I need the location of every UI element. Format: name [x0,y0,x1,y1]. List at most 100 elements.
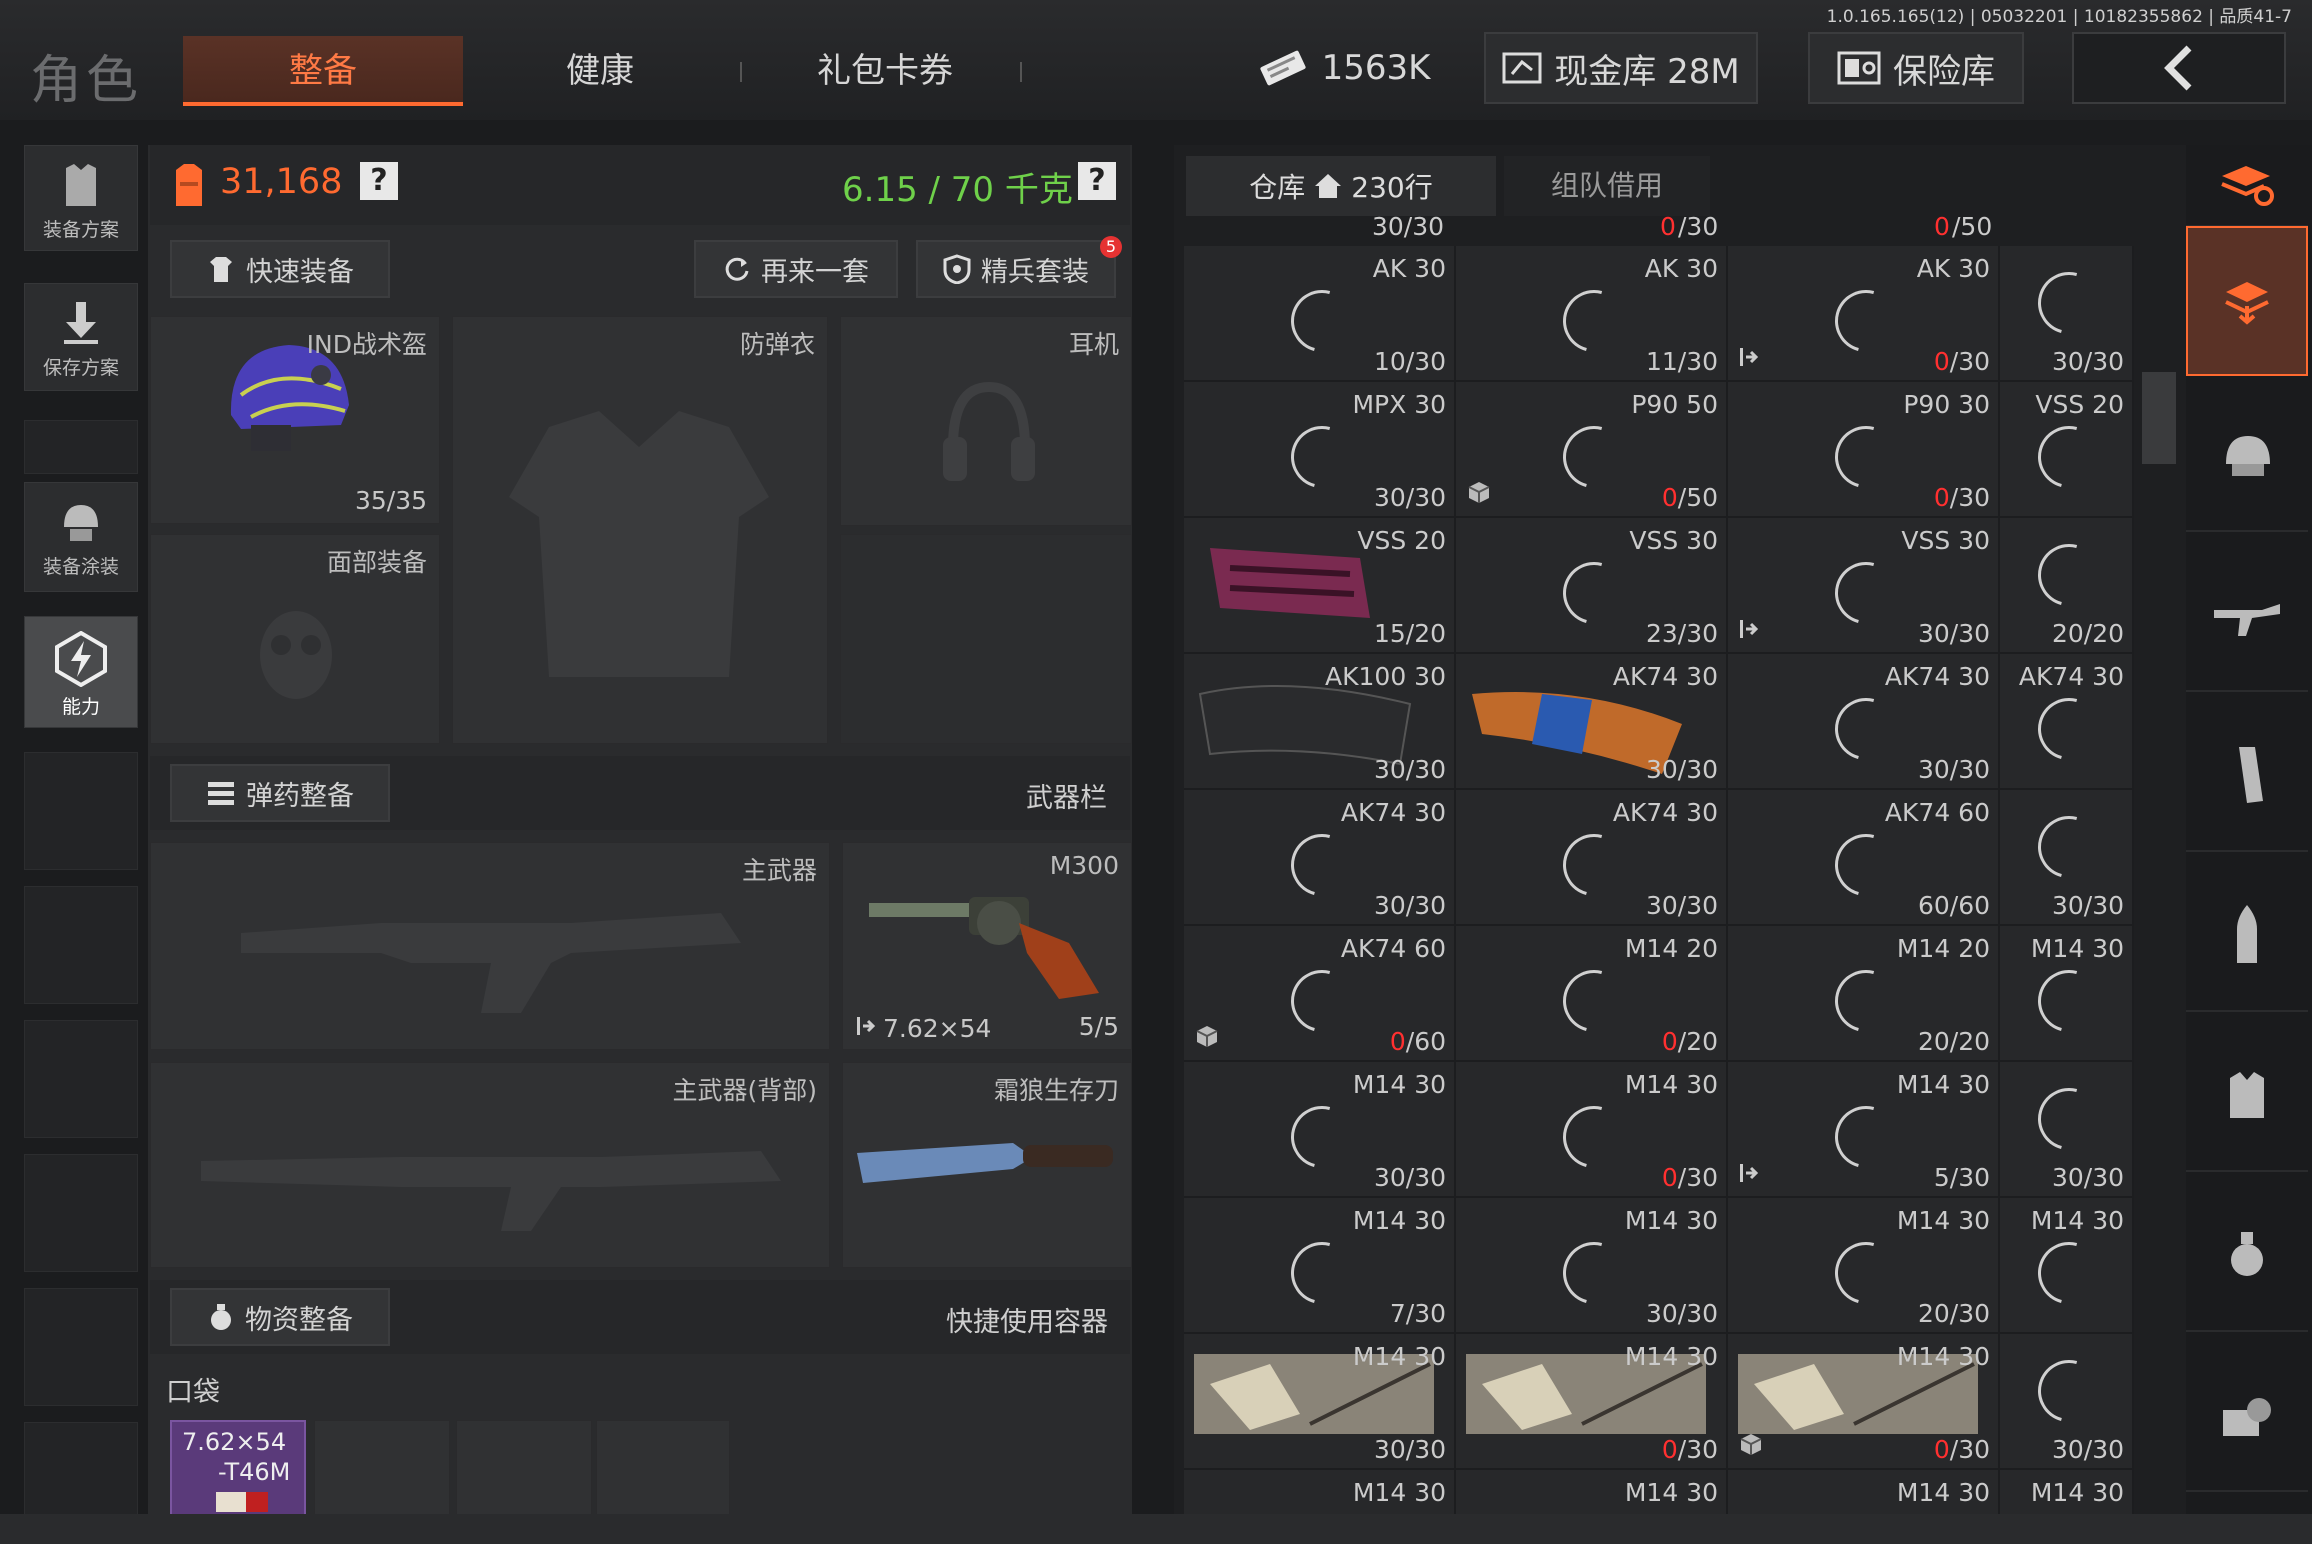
warehouse-item-slot[interactable]: M14 30 0/30 [1456,1334,1728,1470]
warehouse-item-slot[interactable]: M14 30 0/30 [1728,1334,2000,1470]
warehouse-item-slot[interactable]: AK74 30 30/30 [1184,790,1456,926]
pocket-slot-1[interactable]: 7.62×54 -T46M [170,1420,306,1520]
cash-vault-label: 现金库 28M [1554,51,1740,92]
warehouse-item-slot[interactable]: M14 30 30/30 [1456,1198,1728,1334]
body-armor-slot[interactable]: 防弹衣 [452,316,828,744]
headset-slot[interactable]: 耳机 [840,316,1132,526]
loading-spinner-icon [1551,823,1637,908]
equip-again-button[interactable]: 再来一套 [694,240,898,298]
primary-weapon-slot[interactable]: 主武器 [150,842,830,1050]
cash-vault-button[interactable]: 现金库 28M [1484,32,1758,104]
warehouse-item-slot[interactable]: AK 30 0/30 [1728,246,2000,382]
warehouse-item-slot[interactable]: M14 30 30/30 [1184,1334,1456,1470]
melee-slot[interactable]: 霜狼生存刀 [842,1062,1132,1268]
warehouse-item-slot[interactable]: AK74 60 60/60 [1728,790,2000,926]
quick-equip-button[interactable]: 快速装备 [170,240,390,298]
warehouse-item-slot[interactable]: 30/30 [2000,1334,2134,1470]
warehouse-item-slot[interactable]: M14 30 7/30 [1184,1198,1456,1334]
category-sort-button[interactable] [2186,145,2308,227]
back-button[interactable] [2072,32,2286,104]
primary-weapon-back-slot[interactable]: 主武器(背部) [150,1062,830,1268]
loadout-plan-button[interactable]: 装备方案 [24,145,138,251]
warehouse-item-slot[interactable]: M14 30 [1728,1470,2000,1516]
value-help-button[interactable]: ? [360,162,398,200]
safe-button[interactable]: 保险库 [1808,32,2024,104]
warehouse-item-slot[interactable]: 30/30 [2000,1062,2134,1198]
warehouse-item-slot[interactable]: AK 30 11/30 [1456,246,1728,382]
warehouse-item-slot[interactable]: MPX 30 30/30 [1184,382,1456,518]
warehouse-item-slot[interactable]: P90 30 0/30 [1728,382,2000,518]
category-armor[interactable] [2186,1020,2308,1172]
warehouse-scrollbar[interactable] [2142,372,2176,464]
tab-equip[interactable]: 整备 [183,36,463,106]
pocket-slot-4[interactable] [596,1420,730,1520]
grenade-icon [2231,1232,2263,1276]
weapon-bar-label: 武器栏 [1026,783,1107,814]
tab-health[interactable]: 健康 [520,36,680,106]
warehouse-item-slot[interactable]: AK 30 10/30 [1184,246,1456,382]
supply-equip-button[interactable]: 物资整备 [170,1288,390,1346]
ability-button[interactable]: 能力 [24,616,138,728]
warehouse-item-slot[interactable]: M14 30 20/30 [1728,1198,2000,1334]
item-count: 10/30 [1373,347,1446,376]
item-name: M14 30 [1896,1342,1990,1371]
warehouse-item-slot[interactable]: AK74 30 30/30 [1456,790,1728,926]
face-gear-slot[interactable]: 面部装备 [150,534,440,744]
warehouse-item-slot[interactable]: 20/20 [2000,518,2134,654]
warehouse-item-slot[interactable]: M14 30 5/30 [1728,1062,2000,1198]
ammo-equip-button[interactable]: 弹药整备 [170,764,390,822]
category-grenade[interactable] [2186,1180,2308,1332]
tab-team-borrow[interactable]: 组队借用 [1504,156,1710,216]
item-count: 60/60 [1917,891,1990,920]
item-name: AK74 30 [1884,662,1990,691]
warehouse-item-slot[interactable]: AK100 30 30/30 [1184,654,1456,790]
primary-weapon-back-label: 主武器(背部) [672,1076,817,1105]
equipment-paint-label: 装备涂装 [42,556,119,578]
warehouse-item-slot[interactable]: VSS 20 15/20 [1184,518,1456,654]
category-ammo[interactable] [2186,860,2308,1012]
category-magazine[interactable] [2186,700,2308,852]
warehouse-item-slot[interactable]: M14 20 20/20 [1728,926,2000,1062]
warehouse-item-slot[interactable]: AK74 30 30/30 [1728,654,2000,790]
warehouse-item-slot[interactable]: M14 30 30/30 [1184,1062,1456,1198]
supplies-icon [2223,1398,2271,1436]
item-name: MPX 30 [1352,390,1446,419]
warehouse-item-slot[interactable]: M14 30 0/30 [1456,1062,1728,1198]
warehouse-item-slot[interactable]: AK74 30 [2000,654,2134,790]
pocket-slot-2[interactable] [314,1420,450,1520]
warehouse-item-slot[interactable]: VSS 20 [2000,382,2134,518]
warehouse-item-slot[interactable]: M14 30 [1184,1470,1456,1516]
warehouse-item-slot[interactable]: M14 30 [2000,926,2134,1062]
warehouse-item-slot[interactable]: 30/30 [2000,790,2134,926]
tab-gift-coupons[interactable]: 礼包卡券 [790,36,980,106]
item-count: 11/30 [1645,347,1718,376]
save-plan-button[interactable]: 保存方案 [24,283,138,391]
warehouse-item-slot[interactable]: 30/30 [2000,246,2134,382]
category-all[interactable] [2186,226,2308,376]
coupon-counter[interactable]: 1563K [1250,32,1436,104]
warehouse-item-slot[interactable]: VSS 30 30/30 [1728,518,2000,654]
category-misc[interactable] [2186,1340,2308,1492]
item-count: 30/30 [2051,1163,2124,1192]
helmet-slot[interactable]: IND战术盔 35/35 [150,316,440,524]
warehouse-item-slot[interactable]: M14 30 [1456,1470,1728,1516]
warehouse-item-slot[interactable]: VSS 30 23/30 [1456,518,1728,654]
item-count: 30/30 [1373,483,1446,512]
warehouse-item-slot[interactable]: P90 50 0/50 [1456,382,1728,518]
category-helmet[interactable] [2186,380,2308,532]
weight-help-button[interactable]: ? [1078,162,1116,200]
warehouse-item-slot[interactable]: AK74 60 0/60 [1184,926,1456,1062]
pistol-slot[interactable]: M300 7.62×54 5/5 [842,842,1132,1050]
warehouse-item-slot[interactable]: M14 30 [2000,1470,2134,1516]
bottom-strip [0,1514,2312,1544]
warehouse-item-slot[interactable]: M14 20 0/20 [1456,926,1728,1062]
loading-spinner-icon [1823,415,1909,500]
tab-warehouse[interactable]: 仓库 230行 [1186,156,1496,216]
warehouse-item-slot[interactable]: M14 30 [2000,1198,2134,1334]
pocket-slot-3[interactable] [456,1420,592,1520]
loading-spinner-icon [1551,415,1637,500]
elite-kit-button[interactable]: 精兵套装 [916,240,1116,298]
equipment-paint-button[interactable]: 装备涂装 [24,482,138,592]
category-rifle[interactable] [2186,540,2308,692]
warehouse-item-slot[interactable]: AK74 30 30/30 [1456,654,1728,790]
